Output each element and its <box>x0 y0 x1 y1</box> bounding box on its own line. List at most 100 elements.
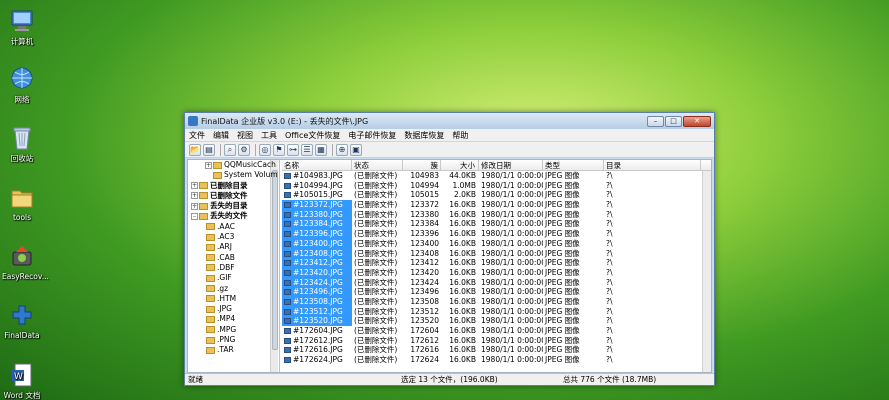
menu-file[interactable]: 文件 <box>189 130 205 141</box>
tree-item[interactable]: + 已删除目录 <box>188 181 279 191</box>
desktop-icon-network[interactable]: 网络 <box>2 66 42 105</box>
tree-item-label: .gz <box>217 283 229 293</box>
table-row[interactable]: #123512.JPG (已删除文件) 123512 16.0KB 1980/1/1 0… <box>282 306 711 317</box>
expand-toggle-icon[interactable]: + <box>191 192 198 200</box>
expand-toggle-icon[interactable]: + <box>191 202 198 210</box>
menu-edit[interactable]: 编辑 <box>213 130 229 141</box>
tree-item[interactable]: .JPG <box>188 304 279 314</box>
cell-date: 1980/1/1 0:00:00 <box>481 219 543 229</box>
desktop-icon-finaldata[interactable]: FinalData <box>2 303 42 340</box>
menu-view[interactable]: 视图 <box>237 130 253 141</box>
table-row[interactable]: #104994.JPG (已删除文件) 104994 1.0MB 1980/1/1 0:… <box>282 181 711 191</box>
menu-help[interactable]: 帮助 <box>452 130 468 141</box>
tree-item[interactable]: .TAR <box>188 345 279 355</box>
tree-item[interactable]: .PNG <box>188 335 279 345</box>
zoom-icon[interactable]: ⊕ <box>336 143 348 156</box>
table-row[interactable]: #123520.JPG (已删除文件) 123520 16.0KB 1980/1/1 0… <box>282 316 711 326</box>
table-row[interactable]: #123380.JPG (已删除文件) 123380 16.0KB 1980/1/1 0… <box>282 209 711 220</box>
column-status[interactable]: 状态 <box>352 160 403 170</box>
tree-item[interactable]: + 丢失的目录 <box>188 201 279 211</box>
toolbar: 📂 ▤ ⌕ ⚙ ◎ ⚑ ⊶ ☰ ▦ ⊕ ▣ <box>185 142 714 158</box>
table-row[interactable]: #123372.JPG (已删除文件) 123372 16.0KB 1980/1/1 0… <box>282 200 711 210</box>
tree-item[interactable]: .MP4 <box>188 314 279 324</box>
desktop-icon-word-document[interactable]: W Word 文档 <box>2 362 42 400</box>
file-name: #123384.JPG <box>293 219 343 229</box>
tree-item[interactable]: .DBF <box>188 263 279 273</box>
minimize-button[interactable]: – <box>647 115 664 127</box>
cell-type: JPEG 图像 <box>545 326 580 335</box>
flag-icon[interactable]: ⚑ <box>273 143 285 156</box>
open-folder-icon[interactable]: 📂 <box>189 143 201 156</box>
tree-item[interactable]: + QQMusicCach <box>188 160 279 170</box>
menu-database-recovery[interactable]: 数据库恢复 <box>404 130 444 141</box>
expand-toggle-icon[interactable]: + <box>191 182 198 190</box>
scan-icon[interactable]: ◎ <box>259 143 271 156</box>
tree-item[interactable]: .AAC <box>188 222 279 232</box>
title-bar[interactable]: FinalData 企业版 v3.0 (E:) - 丢失的文件\.JPG – □… <box>185 113 714 129</box>
maximize-button[interactable]: □ <box>665 115 682 127</box>
menu-office-recovery[interactable]: Office文件恢复 <box>285 130 340 141</box>
image-file-icon <box>284 221 291 228</box>
cell-size: 16.0KB <box>449 248 476 258</box>
close-button[interactable]: ✕ <box>683 115 711 127</box>
tree-item[interactable]: .ARJ <box>188 242 279 252</box>
expand-toggle-icon[interactable]: – <box>191 212 198 220</box>
table-row[interactable]: #123384.JPG (已删除文件) 123384 16.0KB 1980/1/1 0… <box>282 219 711 230</box>
table-row[interactable]: #172604.JPG (已删除文件) 172604 16.0KB 1980/1/1 0… <box>282 326 711 336</box>
table-row[interactable]: #104983.JPG (已删除文件) 104983 44.0KB 1980/1/1 0… <box>282 171 711 181</box>
menu-email-recovery[interactable]: 电子邮件恢复 <box>348 130 396 141</box>
save-icon[interactable]: ▤ <box>203 143 215 156</box>
tree-item[interactable]: System Volum <box>188 170 279 180</box>
image-file-icon <box>284 192 291 199</box>
list-scrollbar[interactable] <box>702 171 711 372</box>
column-size[interactable]: 大小 <box>441 160 479 170</box>
table-row[interactable]: #123420.JPG (已删除文件) 123420 16.0KB 1980/1/1 0… <box>282 267 711 278</box>
table-row[interactable]: #123396.JPG (已删除文件) 123396 16.0KB 1980/1/1 0… <box>282 229 711 239</box>
column-type[interactable]: 类型 <box>543 160 604 170</box>
menu-tools[interactable]: 工具 <box>261 130 277 141</box>
menu-bar: 文件 编辑 视图 工具 Office文件恢复 电子邮件恢复 数据库恢复 帮助 <box>185 129 714 142</box>
column-directory[interactable]: 目录 <box>604 160 701 170</box>
cell-size: 16.0KB <box>449 335 476 345</box>
settings-icon[interactable]: ⚙ <box>238 143 250 156</box>
properties-icon[interactable]: ▣ <box>350 143 362 156</box>
table-row[interactable]: #172612.JPG (已删除文件) 172612 16.0KB 1980/1/1 0… <box>282 336 711 346</box>
tree-item[interactable]: .gz <box>188 284 279 294</box>
cell-type: JPEG 图像 <box>545 267 580 277</box>
table-row[interactable]: #123408.JPG (已删除文件) 123408 16.0KB 1980/1/1 0… <box>282 248 711 259</box>
tree-icon[interactable]: ⊶ <box>287 143 299 156</box>
tree-item[interactable]: .HTM <box>188 294 279 304</box>
list-icon[interactable]: ☰ <box>301 143 313 156</box>
table-row[interactable]: #172616.JPG (已删除文件) 172616 16.0KB 1980/1/1 0… <box>282 345 711 355</box>
cell-type: JPEG 图像 <box>545 180 580 190</box>
search-icon[interactable]: ⌕ <box>224 143 236 156</box>
table-row[interactable]: #123424.JPG (已删除文件) 123424 16.0KB 1980/1/1 0… <box>282 277 711 288</box>
tree-item[interactable]: .MPG <box>188 325 279 335</box>
table-row[interactable]: #123496.JPG (已删除文件) 123496 16.0KB 1980/1/1 0… <box>282 287 711 297</box>
tree-item[interactable]: .AC3 <box>188 232 279 242</box>
grid-icon[interactable]: ▦ <box>315 143 327 156</box>
image-file-icon <box>284 308 291 315</box>
cell-size: 16.0KB <box>449 238 476 248</box>
desktop-icon-tools[interactable]: tools <box>2 185 42 222</box>
tree-item[interactable]: .GIF <box>188 273 279 283</box>
cell-size: 2.0KB <box>454 190 476 200</box>
desktop-icon-computer[interactable]: 计算机 <box>2 8 42 47</box>
table-row[interactable]: #123400.JPG (已删除文件) 123400 16.0KB 1980/1/1 0… <box>282 238 711 249</box>
table-row[interactable]: #123412.JPG (已删除文件) 123412 16.0KB 1980/1/1 0… <box>282 258 711 268</box>
tree-item[interactable]: + 已删除文件 <box>188 191 279 201</box>
table-row[interactable]: #105015.JPG (已删除文件) 105015 2.0KB 1980/1/1 0:… <box>282 190 711 200</box>
desktop-icon-easyrecovery[interactable]: EasyRecov... <box>2 244 49 281</box>
column-cluster[interactable]: 簇 <box>403 160 441 170</box>
expand-toggle-icon[interactable]: + <box>205 161 212 169</box>
cell-cluster: 123520 <box>410 316 439 326</box>
column-date[interactable]: 修改日期 <box>479 160 543 170</box>
tree-item[interactable]: – 丢失的文件 <box>188 211 279 221</box>
desktop-icon-recycle-bin[interactable]: 回收站 <box>2 125 42 164</box>
image-file-icon <box>284 240 291 247</box>
column-name[interactable]: 名称 <box>282 160 352 170</box>
tree-item[interactable]: .CAB <box>188 253 279 263</box>
table-row[interactable]: #123508.JPG (已删除文件) 123508 16.0KB 1980/1/1 0… <box>282 296 711 307</box>
table-row[interactable]: #172624.JPG (已删除文件) 172624 16.0KB 1980/1/1 0… <box>282 355 711 365</box>
cell-dir: ?\ <box>606 267 613 277</box>
